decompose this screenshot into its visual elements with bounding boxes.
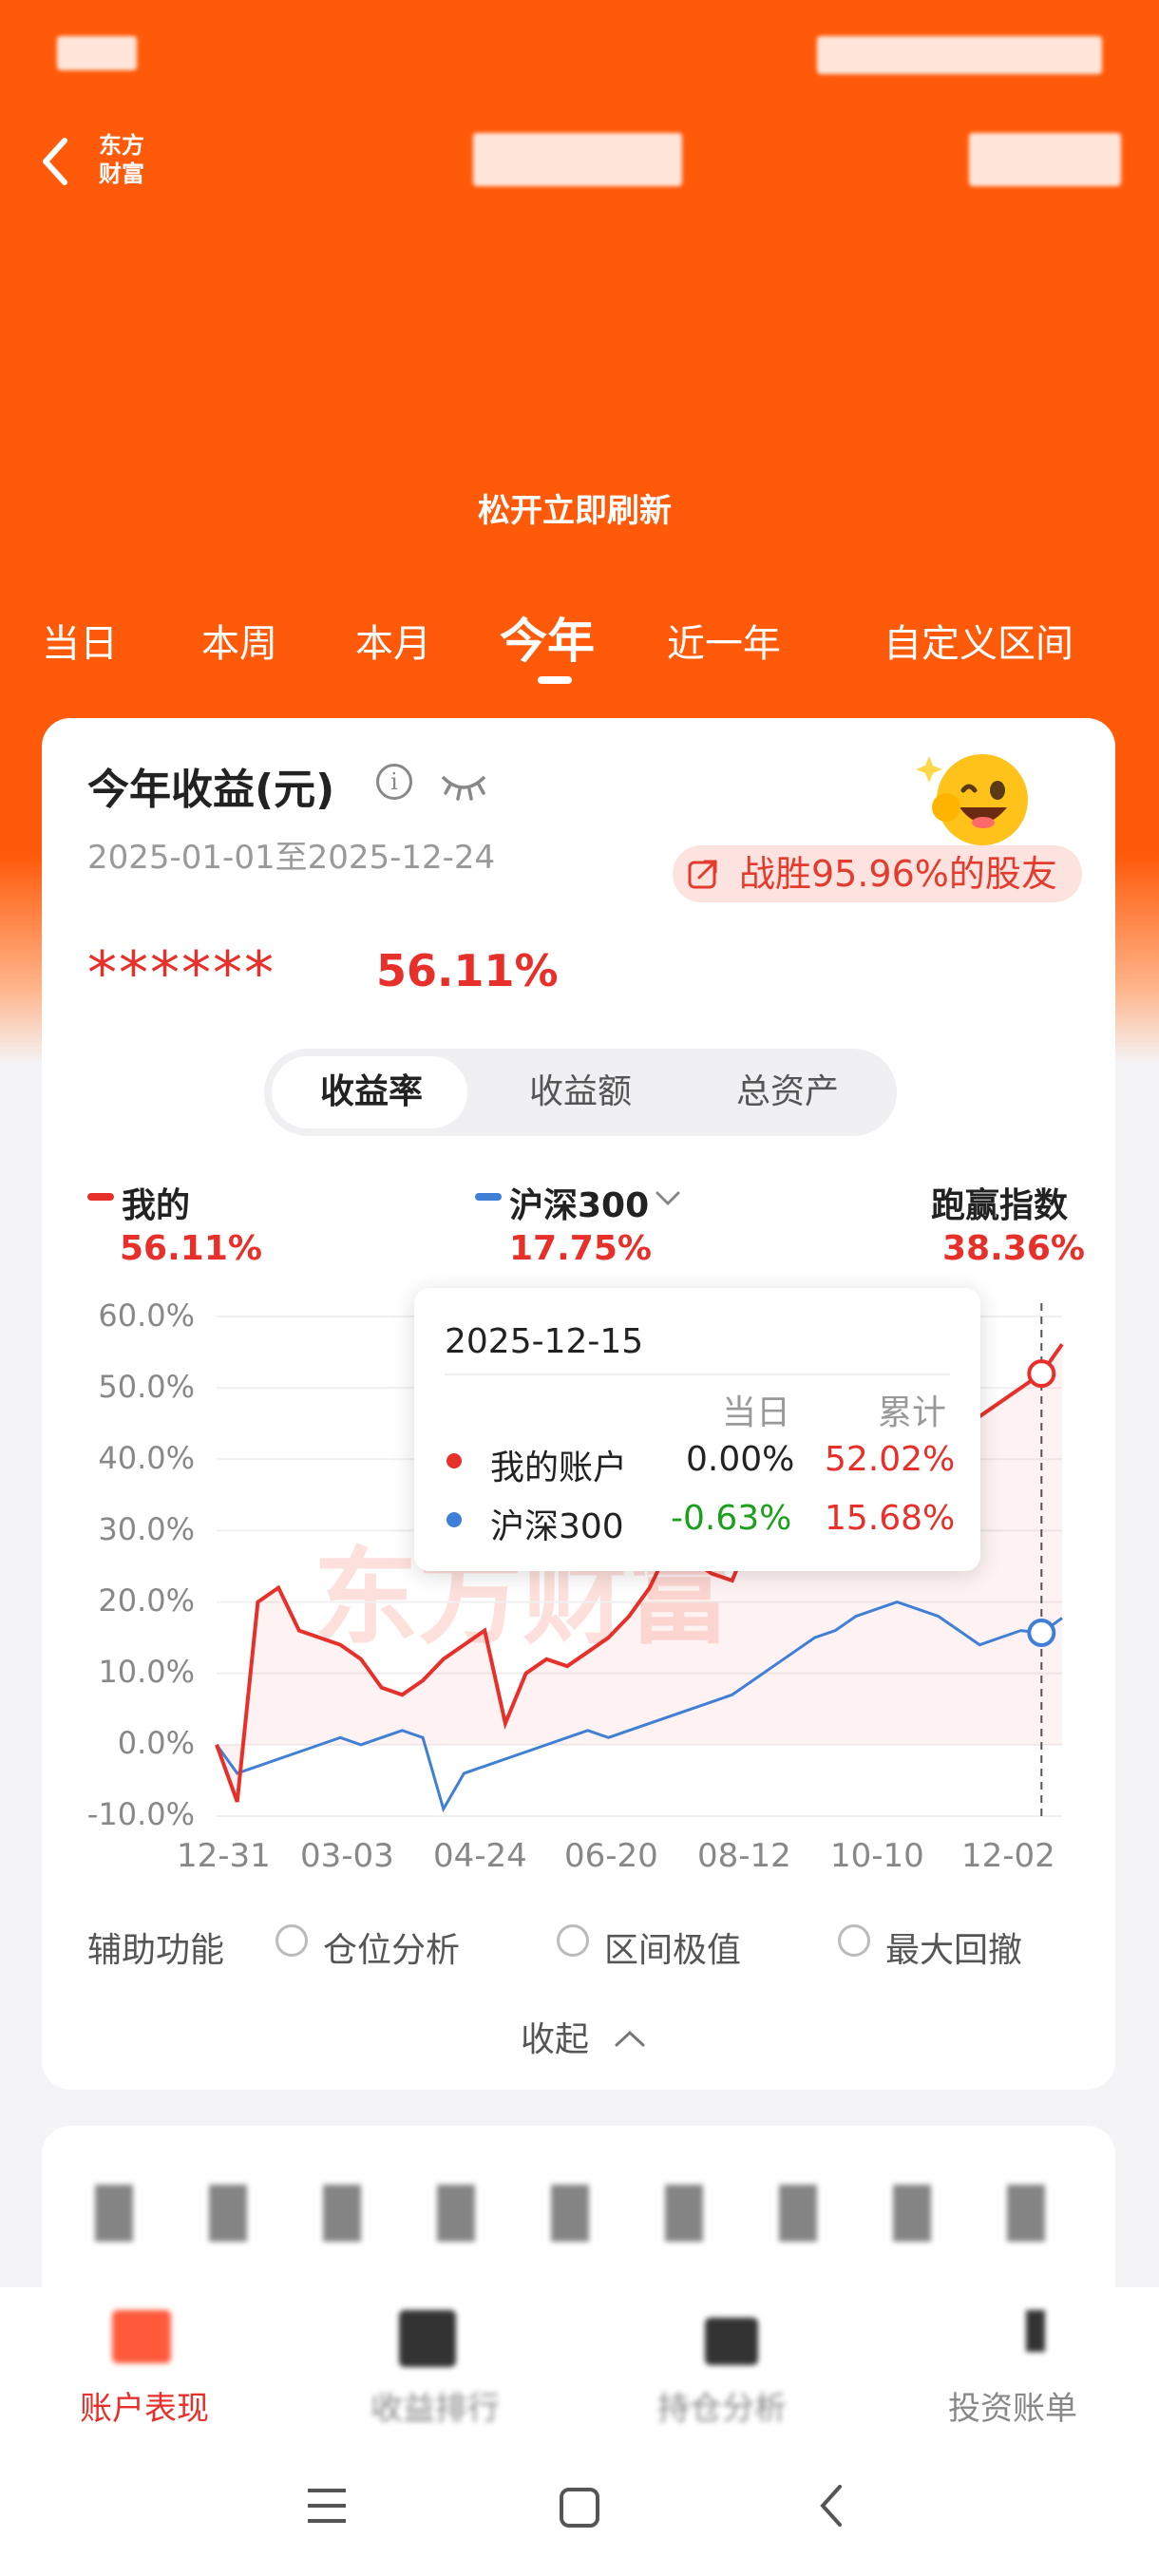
aux-option-position-analysis[interactable]: 仓位分析 — [323, 1923, 460, 1972]
tooltip-index-dot — [446, 1512, 462, 1527]
x-tick-label: 04-24 — [433, 1837, 527, 1875]
return-chart[interactable]: 东方财富 — [0, 0, 1159, 1900]
nav-investment-bill[interactable]: 投资账单 — [948, 2382, 1077, 2429]
aux-functions-label: 辅助功能 — [87, 1931, 225, 1970]
chevron-up-icon — [615, 2030, 645, 2047]
nav-icon-ranking — [399, 2310, 456, 2367]
nav-holdings-analysis[interactable]: 持仓分析 — [657, 2382, 787, 2429]
radio-max-drawdown[interactable] — [838, 1924, 870, 1957]
menu-icon[interactable] — [306, 2487, 348, 2529]
aux-option-max-drawdown[interactable]: 最大回撤 — [885, 1923, 1022, 1972]
nav-icon-account — [112, 2310, 171, 2363]
nav-icon-bill — [1026, 2310, 1045, 2352]
x-tick-label: 12-31 — [177, 1837, 271, 1875]
x-tick-label: 06-20 — [564, 1837, 658, 1875]
home-icon[interactable] — [559, 2487, 600, 2532]
x-tick-label: 12-02 — [961, 1837, 1055, 1875]
collapse-label: 收起 — [521, 2020, 590, 2059]
x-tick-label: 10-10 — [830, 1837, 924, 1875]
tooltip-mine-cum: 52.02% — [825, 1440, 956, 1479]
tooltip-mine-dot — [446, 1453, 462, 1468]
marker-mine — [1027, 1359, 1056, 1389]
tooltip-date: 2025-12-15 — [445, 1322, 644, 1361]
tooltip-mine-name: 我的账户 — [490, 1449, 628, 1487]
x-tick-label: 08-12 — [697, 1837, 791, 1875]
tooltip-index-name: 沪深300 — [490, 1507, 624, 1546]
tooltip-index-day: -0.63% — [671, 1499, 792, 1538]
nav-ranking[interactable]: 收益排行 — [370, 2382, 500, 2429]
aux-option-range-extreme[interactable]: 区间极值 — [604, 1923, 741, 1972]
tooltip-col-cum: 累计 — [878, 1393, 947, 1432]
tooltip-mine-day: 0.00% — [686, 1440, 795, 1479]
radio-position-analysis[interactable] — [276, 1924, 308, 1957]
nav-icon-holdings — [705, 2318, 758, 2365]
nav-account-performance[interactable]: 账户表现 — [80, 2382, 209, 2429]
x-tick-label: 03-03 — [300, 1837, 394, 1875]
back-nav-icon[interactable] — [817, 2483, 846, 2532]
tooltip-divider — [445, 1373, 950, 1375]
tooltip-col-day: 当日 — [722, 1393, 791, 1432]
radio-range-extreme[interactable] — [557, 1924, 589, 1957]
marker-index — [1027, 1619, 1056, 1648]
tooltip-index-cum: 15.68% — [825, 1499, 956, 1538]
collapse-button[interactable]: 收起 — [521, 2012, 647, 2061]
blurred-content — [95, 2185, 1083, 2242]
